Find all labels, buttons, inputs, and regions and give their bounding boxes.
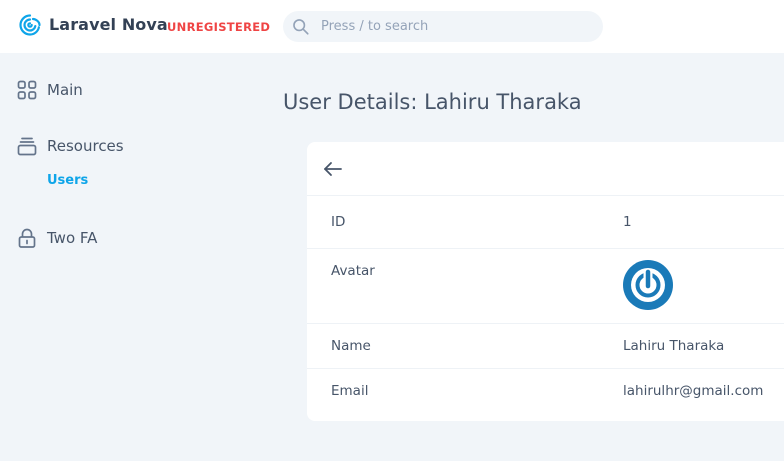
grid-icon [17,80,37,100]
sidebar-item-label: Main [47,81,83,99]
arrow-left-icon [324,162,342,176]
field-value: lahirulhr@gmail.com [623,383,764,399]
sidebar-item-main[interactable]: Main [17,79,83,101]
laravel-nova-logo-icon[interactable] [18,13,42,37]
top-bar: Laravel Nova UNREGISTERED [0,0,784,53]
sidebar-item-users[interactable]: Users [47,173,88,188]
lock-icon [18,228,36,248]
detail-row-name: Name Lahiru Tharaka [307,323,784,369]
search-icon [293,19,309,35]
sidebar-item-two-fa[interactable]: Two FA [17,227,97,249]
global-search[interactable] [283,11,603,42]
unregistered-badge: UNREGISTERED [167,20,271,34]
detail-row-email: Email lahirulhr@gmail.com [307,368,784,421]
field-label: Name [331,338,371,354]
sidebar-item-resources[interactable]: Resources [17,135,124,157]
field-label: Email [331,383,369,399]
field-value: 1 [623,214,632,230]
field-value: Lahiru Tharaka [623,338,725,354]
sidebar-item-label: Two FA [47,229,98,247]
detail-row-id: ID 1 [307,195,784,248]
detail-card: ID 1 Avatar Name Lahiru Tharaka Email la… [307,142,784,421]
archive-icon [17,137,37,156]
page-title: User Details: Lahiru Tharaka [283,90,582,114]
detail-row-avatar: Avatar [307,248,784,324]
sidebar-item-label: Resources [47,137,124,155]
field-label: ID [331,214,346,230]
avatar [623,260,673,310]
brand-name[interactable]: Laravel Nova [49,15,168,34]
field-label: Avatar [331,263,375,279]
back-button[interactable] [321,158,345,180]
search-input[interactable] [321,11,591,42]
